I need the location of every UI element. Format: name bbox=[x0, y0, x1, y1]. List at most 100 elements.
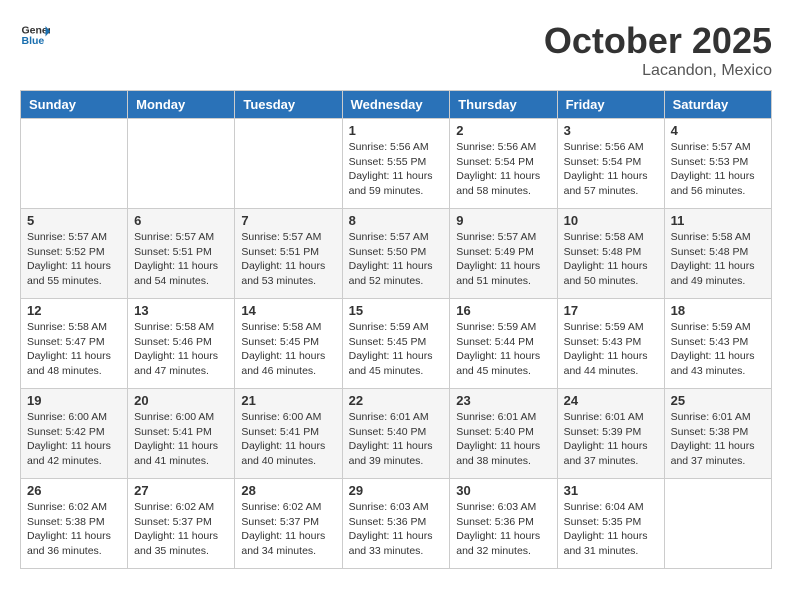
day-number: 4 bbox=[671, 123, 765, 138]
calendar-cell: 17 Sunrise: 5:59 AMSunset: 5:43 PMDayligh… bbox=[557, 299, 664, 389]
day-number: 26 bbox=[27, 483, 121, 498]
day-info: Sunrise: 6:01 AMSunset: 5:38 PMDaylight:… bbox=[671, 410, 765, 469]
day-info: Sunrise: 6:01 AMSunset: 5:40 PMDaylight:… bbox=[349, 410, 444, 469]
day-info: Sunrise: 5:58 AMSunset: 5:45 PMDaylight:… bbox=[241, 320, 335, 379]
day-number: 20 bbox=[134, 393, 228, 408]
calendar-cell: 12 Sunrise: 5:58 AMSunset: 5:47 PMDayligh… bbox=[21, 299, 128, 389]
calendar-cell bbox=[235, 119, 342, 209]
day-number: 25 bbox=[671, 393, 765, 408]
calendar-cell bbox=[664, 479, 771, 569]
day-number: 19 bbox=[27, 393, 121, 408]
weekday-header-sunday: Sunday bbox=[21, 91, 128, 119]
day-info: Sunrise: 5:58 AMSunset: 5:47 PMDaylight:… bbox=[27, 320, 121, 379]
day-info: Sunrise: 6:01 AMSunset: 5:39 PMDaylight:… bbox=[564, 410, 658, 469]
day-number: 17 bbox=[564, 303, 658, 318]
day-info: Sunrise: 6:03 AMSunset: 5:36 PMDaylight:… bbox=[349, 500, 444, 559]
calendar-cell: 26 Sunrise: 6:02 AMSunset: 5:38 PMDayligh… bbox=[21, 479, 128, 569]
day-info: Sunrise: 6:04 AMSunset: 5:35 PMDaylight:… bbox=[564, 500, 658, 559]
header: General Blue October 2025 Lacandon, Mexi… bbox=[20, 20, 772, 80]
day-info: Sunrise: 5:57 AMSunset: 5:53 PMDaylight:… bbox=[671, 140, 765, 199]
logo-icon: General Blue bbox=[20, 20, 50, 50]
day-number: 12 bbox=[27, 303, 121, 318]
calendar-cell: 5 Sunrise: 5:57 AMSunset: 5:52 PMDaylight… bbox=[21, 209, 128, 299]
day-number: 23 bbox=[456, 393, 550, 408]
logo: General Blue bbox=[20, 20, 50, 50]
weekday-header-wednesday: Wednesday bbox=[342, 91, 450, 119]
day-info: Sunrise: 6:02 AMSunset: 5:37 PMDaylight:… bbox=[241, 500, 335, 559]
location-title: Lacandon, Mexico bbox=[544, 62, 772, 80]
calendar-cell: 20 Sunrise: 6:00 AMSunset: 5:41 PMDayligh… bbox=[128, 389, 235, 479]
calendar-cell: 7 Sunrise: 5:57 AMSunset: 5:51 PMDaylight… bbox=[235, 209, 342, 299]
calendar-cell: 30 Sunrise: 6:03 AMSunset: 5:36 PMDayligh… bbox=[450, 479, 557, 569]
calendar-cell: 31 Sunrise: 6:04 AMSunset: 5:35 PMDayligh… bbox=[557, 479, 664, 569]
day-number: 15 bbox=[349, 303, 444, 318]
svg-text:Blue: Blue bbox=[22, 35, 45, 47]
calendar-cell: 6Sunrise: 5:57 AMSunset: 5:51 PMDaylight… bbox=[128, 209, 235, 299]
day-info: Sunrise: 5:57 AMSunset: 5:51 PMDaylight:… bbox=[241, 230, 335, 289]
day-info: Sunrise: 5:59 AMSunset: 5:43 PMDaylight:… bbox=[671, 320, 765, 379]
day-number: 7 bbox=[241, 213, 335, 228]
day-number: 2 bbox=[456, 123, 550, 138]
calendar-week-row: 26 Sunrise: 6:02 AMSunset: 5:38 PMDayligh… bbox=[21, 479, 772, 569]
day-info: Sunrise: 5:56 AMSunset: 5:55 PMDaylight:… bbox=[349, 140, 444, 199]
calendar-cell bbox=[128, 119, 235, 209]
weekday-header-saturday: Saturday bbox=[664, 91, 771, 119]
calendar-cell: 27Sunrise: 6:02 AMSunset: 5:37 PMDayligh… bbox=[128, 479, 235, 569]
day-info: Sunrise: 5:57 AMSunset: 5:50 PMDaylight:… bbox=[349, 230, 444, 289]
calendar-cell: 11 Sunrise: 5:58 AMSunset: 5:48 PMDayligh… bbox=[664, 209, 771, 299]
day-number: 5 bbox=[27, 213, 121, 228]
month-title: October 2025 bbox=[544, 20, 772, 62]
day-number: 31 bbox=[564, 483, 658, 498]
day-info: Sunrise: 6:03 AMSunset: 5:36 PMDaylight:… bbox=[456, 500, 550, 559]
day-info: Sunrise: 5:57 AMSunset: 5:49 PMDaylight:… bbox=[456, 230, 550, 289]
day-number: 29 bbox=[349, 483, 444, 498]
calendar-cell: 4 Sunrise: 5:57 AMSunset: 5:53 PMDaylight… bbox=[664, 119, 771, 209]
calendar-week-row: 5 Sunrise: 5:57 AMSunset: 5:52 PMDaylight… bbox=[21, 209, 772, 299]
day-info: Sunrise: 5:56 AMSunset: 5:54 PMDaylight:… bbox=[456, 140, 550, 199]
weekday-header-monday: Monday bbox=[128, 91, 235, 119]
day-number: 21 bbox=[241, 393, 335, 408]
day-number: 28 bbox=[241, 483, 335, 498]
day-number: 11 bbox=[671, 213, 765, 228]
day-number: 22 bbox=[349, 393, 444, 408]
day-info: Sunrise: 5:59 AMSunset: 5:45 PMDaylight:… bbox=[349, 320, 444, 379]
day-number: 1 bbox=[349, 123, 444, 138]
day-info: Sunrise: 5:57 AMSunset: 5:52 PMDaylight:… bbox=[27, 230, 121, 289]
day-info: Sunrise: 6:00 AMSunset: 5:41 PMDaylight:… bbox=[134, 410, 228, 469]
day-info: Sunrise: 6:01 AMSunset: 5:40 PMDaylight:… bbox=[456, 410, 550, 469]
weekday-header-thursday: Thursday bbox=[450, 91, 557, 119]
day-number: 8 bbox=[349, 213, 444, 228]
day-info: Sunrise: 6:00 AMSunset: 5:42 PMDaylight:… bbox=[27, 410, 121, 469]
calendar-cell: 18 Sunrise: 5:59 AMSunset: 5:43 PMDayligh… bbox=[664, 299, 771, 389]
calendar-table: SundayMondayTuesdayWednesdayThursdayFrid… bbox=[20, 90, 772, 569]
day-number: 24 bbox=[564, 393, 658, 408]
calendar-cell: 25 Sunrise: 6:01 AMSunset: 5:38 PMDayligh… bbox=[664, 389, 771, 479]
day-number: 16 bbox=[456, 303, 550, 318]
calendar-cell bbox=[21, 119, 128, 209]
weekday-header-friday: Friday bbox=[557, 91, 664, 119]
day-info: Sunrise: 6:00 AMSunset: 5:41 PMDaylight:… bbox=[241, 410, 335, 469]
day-info: Sunrise: 5:59 AMSunset: 5:43 PMDaylight:… bbox=[564, 320, 658, 379]
calendar-cell: 15 Sunrise: 5:59 AMSunset: 5:45 PMDayligh… bbox=[342, 299, 450, 389]
calendar-cell: 23 Sunrise: 6:01 AMSunset: 5:40 PMDayligh… bbox=[450, 389, 557, 479]
day-number: 10 bbox=[564, 213, 658, 228]
day-number: 14 bbox=[241, 303, 335, 318]
weekday-header-row: SundayMondayTuesdayWednesdayThursdayFrid… bbox=[21, 91, 772, 119]
calendar-cell: 8 Sunrise: 5:57 AMSunset: 5:50 PMDaylight… bbox=[342, 209, 450, 299]
title-area: October 2025 Lacandon, Mexico bbox=[544, 20, 772, 80]
calendar-cell: 28 Sunrise: 6:02 AMSunset: 5:37 PMDayligh… bbox=[235, 479, 342, 569]
calendar-cell: 29 Sunrise: 6:03 AMSunset: 5:36 PMDayligh… bbox=[342, 479, 450, 569]
calendar-cell: 14 Sunrise: 5:58 AMSunset: 5:45 PMDayligh… bbox=[235, 299, 342, 389]
day-info: Sunrise: 6:02 AMSunset: 5:38 PMDaylight:… bbox=[27, 500, 121, 559]
day-number: 30 bbox=[456, 483, 550, 498]
calendar-week-row: 19 Sunrise: 6:00 AMSunset: 5:42 PMDayligh… bbox=[21, 389, 772, 479]
calendar-cell: 2 Sunrise: 5:56 AMSunset: 5:54 PMDaylight… bbox=[450, 119, 557, 209]
day-number: 6 bbox=[134, 213, 228, 228]
calendar-cell: 24 Sunrise: 6:01 AMSunset: 5:39 PMDayligh… bbox=[557, 389, 664, 479]
day-info: Sunrise: 5:58 AMSunset: 5:48 PMDaylight:… bbox=[671, 230, 765, 289]
weekday-header-tuesday: Tuesday bbox=[235, 91, 342, 119]
day-info: Sunrise: 5:56 AMSunset: 5:54 PMDaylight:… bbox=[564, 140, 658, 199]
day-number: 18 bbox=[671, 303, 765, 318]
calendar-cell: 16Sunrise: 5:59 AMSunset: 5:44 PMDayligh… bbox=[450, 299, 557, 389]
day-number: 27 bbox=[134, 483, 228, 498]
